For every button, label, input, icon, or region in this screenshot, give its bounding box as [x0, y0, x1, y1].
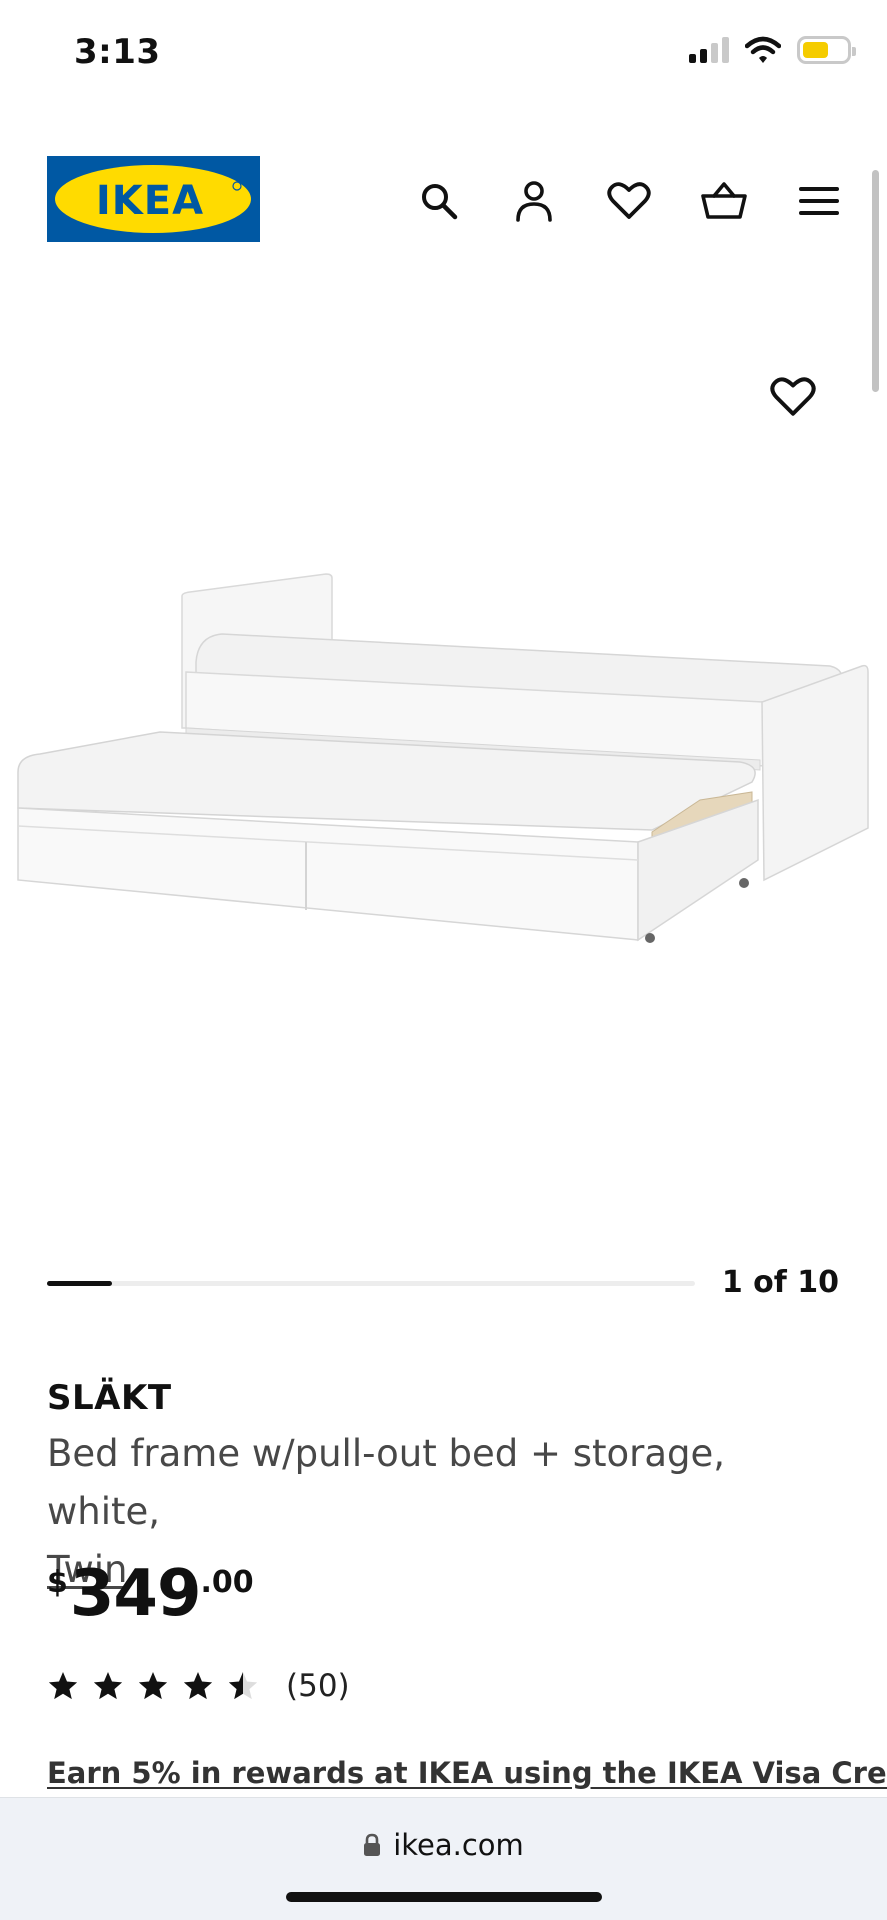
- cellular-signal-icon: [689, 37, 729, 63]
- product-price: $ 349 .00: [47, 1555, 254, 1633]
- star-icon: [183, 1672, 213, 1700]
- lock-icon: [364, 1833, 381, 1856]
- logo-text: IKEA: [96, 178, 204, 224]
- visa-rewards-link[interactable]: Earn 5% in rewards at IKEA using the IKE…: [47, 1756, 887, 1790]
- price-decimal: .00: [200, 1565, 254, 1600]
- battery-level: [803, 42, 829, 58]
- star-icon: [48, 1672, 78, 1700]
- cart-button[interactable]: [695, 172, 752, 229]
- heart-outline-icon: [770, 377, 816, 416]
- product-name: SLÄKT: [47, 1378, 172, 1418]
- status-icons: [689, 36, 856, 64]
- account-icon: [515, 180, 552, 222]
- image-counter: 1 of 10: [721, 1265, 839, 1300]
- star-icon: [93, 1672, 123, 1700]
- status-time: 3:13: [74, 32, 161, 72]
- status-bar: 3:13: [0, 0, 887, 110]
- wishlist-button[interactable]: [600, 172, 657, 229]
- price-whole: 349: [69, 1557, 202, 1631]
- url-field[interactable]: ikea.com: [0, 1828, 887, 1862]
- scrollbar[interactable]: [872, 170, 879, 392]
- browser-address-bar: ikea.com: [0, 1797, 887, 1920]
- menu-icon: [798, 186, 839, 215]
- half-star-icon: [228, 1672, 258, 1700]
- product-image[interactable]: [0, 560, 887, 960]
- shopping-basket-icon: [700, 181, 747, 219]
- product-rating[interactable]: (50): [47, 1668, 350, 1704]
- ikea-logo[interactable]: IKEA: [47, 156, 260, 242]
- wifi-icon: [745, 36, 781, 63]
- account-button[interactable]: [505, 172, 562, 229]
- image-carousel-progress: 1 of 10: [47, 1265, 847, 1305]
- site-header: IKEA: [0, 150, 887, 250]
- price-currency: $: [47, 1565, 68, 1600]
- url-text: ikea.com: [393, 1828, 524, 1862]
- star-icon: [138, 1672, 168, 1700]
- review-count: (50): [286, 1668, 350, 1704]
- product-description-text: Bed frame w/pull-out bed + storage, whit…: [47, 1432, 726, 1533]
- menu-button[interactable]: [790, 172, 847, 229]
- home-indicator[interactable]: [286, 1892, 602, 1902]
- carousel-track-fill: [47, 1281, 112, 1286]
- search-icon: [421, 183, 457, 219]
- search-button[interactable]: [410, 172, 467, 229]
- carousel-track[interactable]: [47, 1281, 695, 1286]
- wishlist-heart-icon: [606, 181, 651, 219]
- header-actions: [410, 172, 847, 229]
- battery-icon: [797, 36, 856, 64]
- add-to-favorites-button[interactable]: [766, 370, 820, 424]
